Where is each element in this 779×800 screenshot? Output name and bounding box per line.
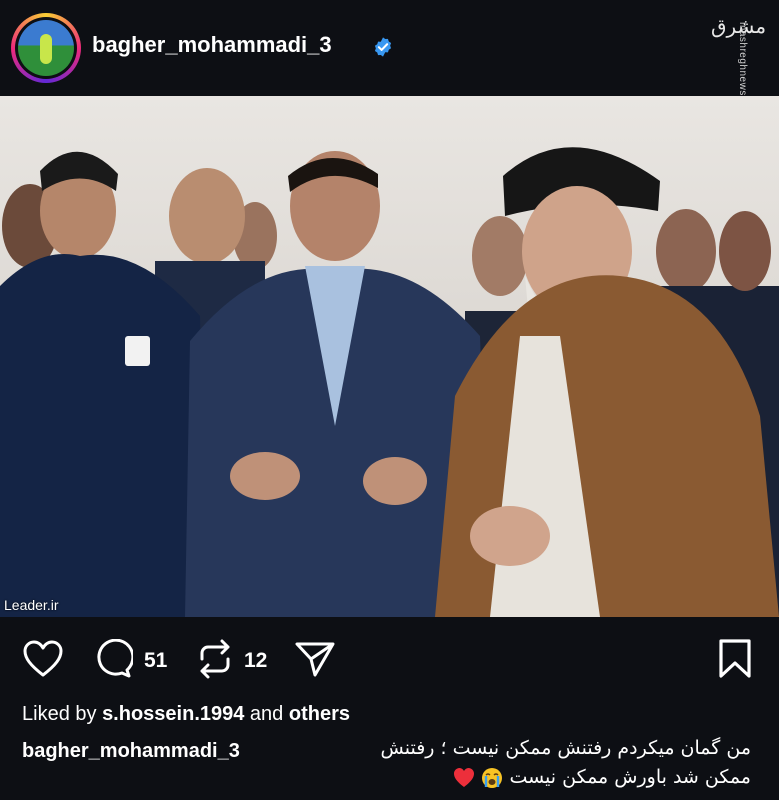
comment-count: 51 — [144, 649, 168, 672]
caption-line-1: من گمان میکردم رفتنش ممکن نیست ؛ رفتنش — [380, 737, 751, 759]
crying-face-icon — [482, 767, 503, 788]
likes-summary[interactable]: Liked by s.hossein.1994 and others — [22, 703, 350, 726]
bookmark-icon[interactable] — [717, 638, 753, 680]
action-bar: 51 12 — [0, 617, 779, 697]
like-heart-icon[interactable] — [22, 640, 64, 678]
share-send-icon[interactable] — [294, 640, 336, 678]
caption-line-2-wrap: ممکن شد باورش ممکن نیست — [453, 766, 751, 789]
watermark: مشرق mashreghnews.ir — [705, 14, 767, 106]
avatar-image — [15, 17, 77, 79]
repost-count: 12 — [244, 649, 268, 672]
post-username[interactable]: bagher_mohammadi_3 — [92, 32, 332, 58]
verified-badge-icon — [374, 37, 392, 57]
comment-icon[interactable] — [93, 639, 133, 679]
photo-scene — [0, 147, 779, 617]
post-header: bagher_mohammadi_3 مشرق mashreghnews.ir — [0, 0, 779, 106]
repost-icon[interactable] — [196, 639, 234, 679]
caption-line-2: ممکن شد باورش ممکن نیست — [509, 766, 751, 788]
caption-username[interactable]: bagher_mohammadi_3 — [22, 740, 240, 763]
photo-credit: Leader.ir — [4, 597, 59, 613]
likes-middle: and — [244, 703, 289, 725]
avatar-photo — [18, 20, 74, 76]
likes-others[interactable]: others — [289, 703, 350, 725]
liked-by-user[interactable]: s.hossein.1994 — [102, 703, 244, 725]
likes-prefix: Liked by — [22, 703, 103, 725]
avatar-figure — [40, 34, 52, 64]
watermark-site: mashreghnews.ir — [737, 22, 748, 106]
red-heart-icon — [454, 767, 475, 787]
profile-avatar[interactable] — [11, 13, 81, 83]
post-image[interactable] — [0, 96, 779, 617]
